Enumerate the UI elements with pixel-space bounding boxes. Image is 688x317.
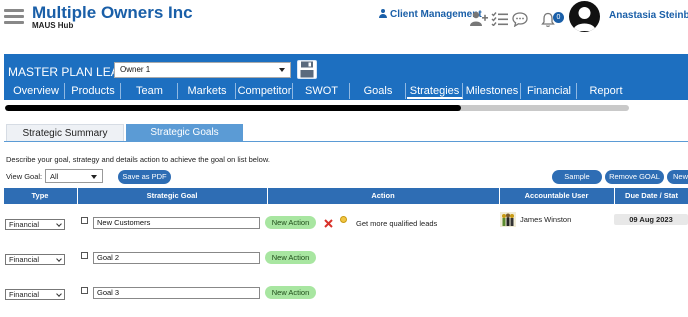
- tab-goals[interactable]: Goals: [351, 83, 406, 99]
- strategic-goal-input[interactable]: Goal 2: [93, 252, 260, 264]
- accountable-user-name: James Winston: [520, 215, 572, 224]
- chat-icon[interactable]: [512, 12, 528, 27]
- type-select[interactable]: Financial: [5, 219, 65, 230]
- plan-progress-fill: [5, 105, 461, 111]
- dropdown-caret-icon: [91, 175, 97, 179]
- column-header-due-date: Due Date / Stat: [614, 188, 688, 204]
- tab-products[interactable]: Products: [66, 83, 121, 99]
- hamburger-menu-icon[interactable]: [4, 9, 24, 25]
- goal-checkbox[interactable]: [81, 252, 88, 259]
- type-select-value: Financial: [9, 290, 40, 299]
- avatar[interactable]: [569, 1, 600, 32]
- due-date-value[interactable]: 09 Aug 2023: [614, 214, 688, 225]
- goal-checkbox[interactable]: [81, 287, 88, 294]
- tab-team[interactable]: Team: [122, 83, 178, 99]
- view-goal-select[interactable]: All: [45, 169, 103, 183]
- person-icon: [379, 9, 387, 18]
- action-text[interactable]: Get more qualified leads: [356, 219, 437, 228]
- sample-button[interactable]: Sample: [552, 170, 602, 184]
- column-header-strategic-goal: Strategic Goal: [77, 188, 266, 204]
- subtab-divider: [4, 141, 688, 142]
- tab-financial[interactable]: Financial: [522, 83, 577, 99]
- new-action-button[interactable]: New Action: [265, 286, 316, 299]
- status-smiley-icon[interactable]: [340, 216, 347, 223]
- add-user-icon[interactable]: [470, 11, 488, 27]
- notification-badge: 0: [553, 12, 564, 23]
- new-action-button[interactable]: New Action: [265, 216, 316, 229]
- checklist-icon[interactable]: [491, 11, 508, 26]
- column-header-accountable-user: Accountable User: [499, 188, 613, 204]
- user-avatar-icon: [573, 7, 596, 31]
- tab-swot[interactable]: SWOT: [294, 83, 350, 99]
- new-goal-button[interactable]: New: [667, 170, 688, 184]
- chevron-down-icon: [56, 221, 62, 227]
- client-management-label: Client Management: [390, 9, 482, 20]
- strategic-goal-input[interactable]: New Customers: [93, 217, 260, 229]
- view-goal-value: All: [50, 172, 59, 181]
- strategic-goal-input[interactable]: Goal 3: [93, 287, 260, 299]
- type-select-value: Financial: [9, 220, 40, 229]
- tab-milestones[interactable]: Milestones: [464, 83, 521, 99]
- client-management-link[interactable]: Client Management: [379, 9, 482, 20]
- type-select[interactable]: Financial: [5, 289, 65, 300]
- instructions-text: Describe your goal, strategy and details…: [6, 155, 270, 164]
- type-select-value: Financial: [9, 255, 40, 264]
- delete-action-icon[interactable]: [324, 219, 333, 228]
- save-as-pdf-button[interactable]: Save as PDF: [118, 170, 171, 184]
- brand-subtitle: MAUS Hub: [32, 21, 74, 30]
- new-action-button[interactable]: New Action: [265, 251, 316, 264]
- column-header-type: Type: [31, 191, 49, 200]
- goal-checkbox[interactable]: [81, 217, 88, 224]
- tab-competitor[interactable]: Competitor: [237, 83, 293, 99]
- save-disk-icon[interactable]: [297, 60, 317, 79]
- tab-strategic-summary[interactable]: Strategic Summary: [6, 124, 124, 142]
- owner-select[interactable]: Owner 1: [114, 62, 291, 78]
- team-user-icon: [500, 212, 516, 227]
- type-select[interactable]: Financial: [5, 254, 65, 265]
- remove-goal-button[interactable]: Remove GOAL: [605, 170, 664, 184]
- tab-strategic-goals[interactable]: Strategic Goals: [126, 124, 243, 142]
- column-header-action: Action: [267, 188, 498, 204]
- brand-title: Multiple Owners Inc: [32, 3, 193, 22]
- plan-title: MASTER PLAN LEAN: [8, 65, 128, 79]
- tab-overview[interactable]: Overview: [8, 83, 65, 99]
- top-header: Multiple Owners Inc MAUS Hub Client Mana…: [0, 0, 688, 40]
- view-goal-label: View Goal:: [6, 172, 43, 181]
- user-name: Anastasia Steinbrun: [609, 10, 688, 21]
- tab-markets[interactable]: Markets: [179, 83, 236, 99]
- dropdown-caret-icon: [279, 68, 285, 72]
- tab-strategies[interactable]: Strategies: [407, 83, 463, 99]
- chevron-down-icon: [56, 291, 62, 297]
- plan-progress-bar: [5, 105, 629, 111]
- chevron-down-icon: [56, 256, 62, 262]
- tab-report[interactable]: Report: [578, 83, 634, 99]
- owner-select-value: Owner 1: [120, 65, 151, 74]
